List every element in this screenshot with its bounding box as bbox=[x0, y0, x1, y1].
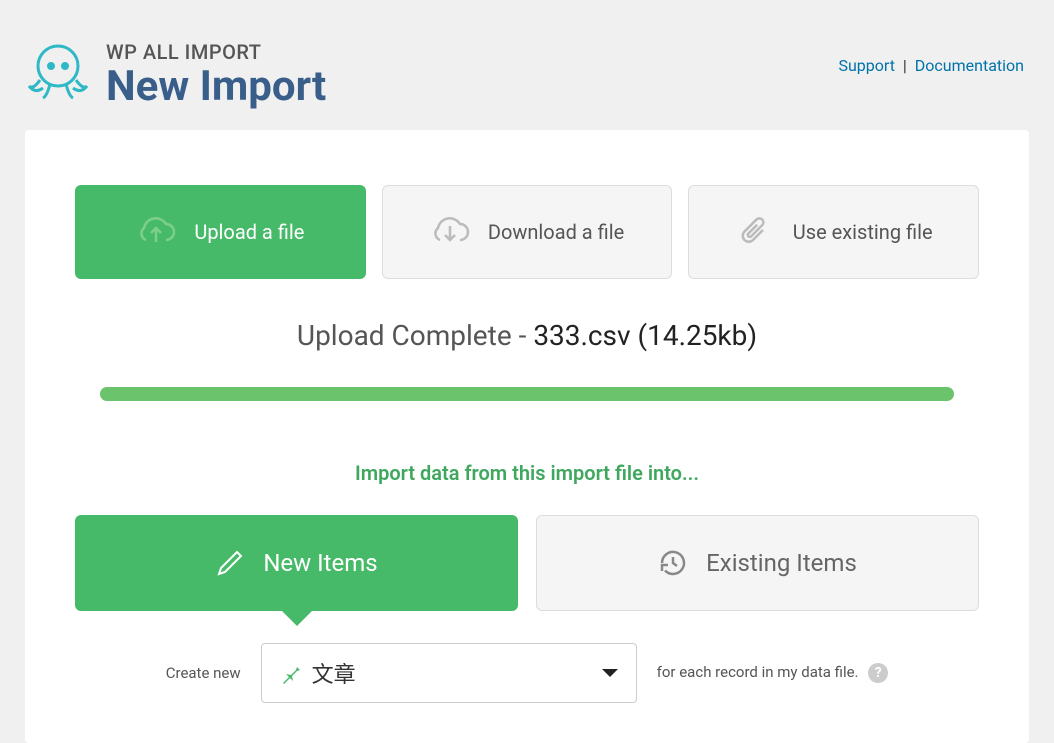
source-tabs: Upload a file Download a file Use existi… bbox=[75, 185, 979, 279]
upload-progress-bar bbox=[100, 387, 954, 401]
upload-status-label: Upload Complete bbox=[297, 319, 512, 352]
new-items-label: New Items bbox=[263, 549, 377, 577]
header-left: WP ALL IMPORT New Import bbox=[25, 40, 326, 110]
page-header: WP ALL IMPORT New Import Support | Docum… bbox=[0, 0, 1054, 130]
existing-file-label: Use existing file bbox=[793, 220, 933, 244]
existing-items-label: Existing Items bbox=[706, 549, 857, 577]
import-mode-row: New Items Existing Items bbox=[75, 515, 979, 611]
upload-status: Upload Complete - 333.csv (14.25kb) bbox=[75, 319, 979, 352]
upload-status-separator: - bbox=[512, 319, 534, 352]
post-type-selected: 文章 bbox=[312, 657, 602, 689]
paperclip-icon bbox=[735, 212, 775, 252]
upload-file-tab[interactable]: Upload a file bbox=[75, 185, 366, 279]
upload-file-label: Upload a file bbox=[194, 220, 304, 244]
header-titles: WP ALL IMPORT New Import bbox=[106, 40, 326, 110]
pencil-icon bbox=[215, 548, 245, 578]
brand-label: WP ALL IMPORT bbox=[106, 40, 326, 64]
existing-items-button[interactable]: Existing Items bbox=[536, 515, 979, 611]
create-prefix: Create new bbox=[166, 664, 241, 682]
download-file-tab[interactable]: Download a file bbox=[382, 185, 673, 279]
download-file-label: Download a file bbox=[488, 220, 624, 244]
history-icon bbox=[658, 548, 688, 578]
octopus-logo-icon bbox=[25, 40, 91, 106]
create-suffix: for each record in my data file. ? bbox=[657, 663, 889, 683]
upload-filename: 333.csv (14.25kb) bbox=[533, 319, 757, 352]
link-separator: | bbox=[903, 56, 907, 75]
main-panel: Upload a file Download a file Use existi… bbox=[25, 130, 1029, 743]
pin-icon bbox=[280, 662, 302, 684]
create-new-row: Create new 文章 for each record in my data… bbox=[75, 643, 979, 703]
cloud-download-icon bbox=[430, 212, 470, 252]
help-icon[interactable]: ? bbox=[868, 663, 888, 683]
support-link[interactable]: Support bbox=[838, 56, 894, 75]
chevron-down-icon bbox=[602, 669, 618, 677]
existing-file-tab[interactable]: Use existing file bbox=[688, 185, 979, 279]
header-links: Support | Documentation bbox=[838, 40, 1024, 75]
page-title: New Import bbox=[106, 64, 326, 110]
post-type-dropdown[interactable]: 文章 bbox=[261, 643, 637, 703]
import-into-heading: Import data from this import file into..… bbox=[75, 461, 979, 485]
documentation-link[interactable]: Documentation bbox=[915, 56, 1024, 75]
new-items-button[interactable]: New Items bbox=[75, 515, 518, 611]
cloud-upload-icon bbox=[136, 212, 176, 252]
